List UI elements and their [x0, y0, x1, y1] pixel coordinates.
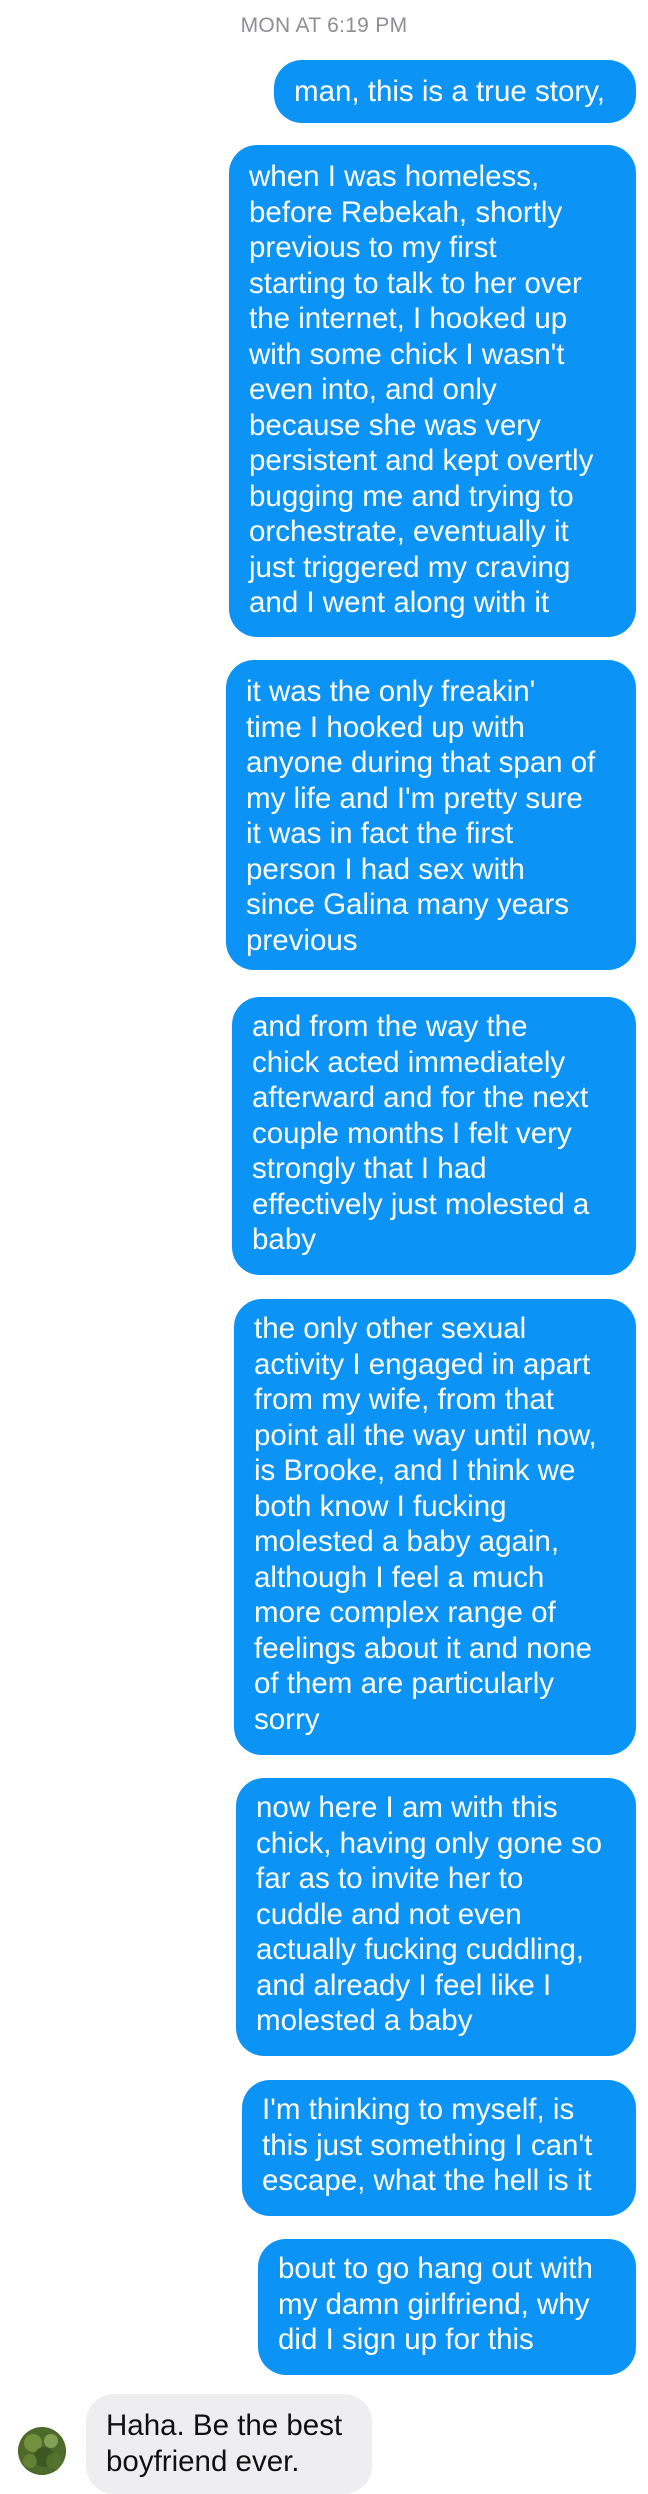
message-bubble-outgoing[interactable]: it was the only freakin' time I hooked u…: [226, 660, 636, 970]
message-bubble-outgoing[interactable]: and from the way the chick acted immedia…: [232, 997, 636, 1275]
message-bubble-outgoing[interactable]: when I was homeless, before Rebekah, sho…: [229, 145, 636, 637]
message-bubble-incoming[interactable]: Haha. Be the best boyfriend ever.: [86, 2394, 372, 2494]
contact-avatar[interactable]: [18, 2427, 66, 2475]
contact-avatar-photo-icon: [18, 2427, 66, 2475]
message-timestamp: MON AT 6:19 PM: [240, 14, 408, 37]
message-bubble-outgoing[interactable]: the only other sexual activity I engaged…: [234, 1299, 636, 1755]
message-bubble-outgoing[interactable]: bout to go hang out with my damn girlfri…: [258, 2239, 636, 2375]
message-bubble-outgoing[interactable]: man, this is a true story,: [274, 60, 636, 123]
message-bubble-outgoing[interactable]: now here I am with this chick, having on…: [236, 1778, 636, 2056]
message-bubble-outgoing[interactable]: I'm thinking to myself, is this just som…: [242, 2080, 636, 2216]
